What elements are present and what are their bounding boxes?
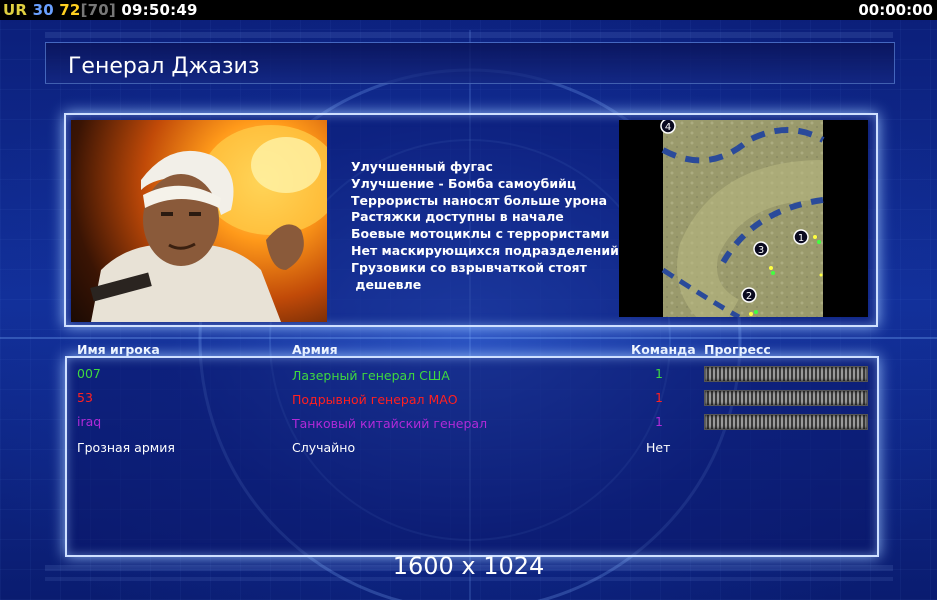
- resolution-label: 1600 x 1024: [392, 552, 545, 580]
- player-progress-bar: [704, 390, 868, 406]
- bonus-item: Растяжки доступны в начале: [351, 209, 564, 225]
- general-bonus-list: Улучшенный фугас Улучшение - Бомба самоу…: [351, 159, 619, 293]
- player-name: Грозная армия: [77, 440, 175, 455]
- player-progress-bar: [704, 366, 868, 382]
- header-team: Команда: [631, 342, 696, 357]
- player-army: Подрывной генерал МАО: [292, 392, 458, 407]
- clock: 09:50:49: [121, 1, 198, 19]
- bonus-item: Нет маскирующихся подразделений: [351, 242, 619, 258]
- player-army: Случайно: [292, 440, 356, 455]
- header-army: Армия: [292, 342, 338, 357]
- game-timer: 00:00:00: [858, 1, 933, 19]
- bonus-item: Боевые мотоциклы с террористами: [351, 226, 610, 242]
- player-army: Лазерный генерал США: [292, 368, 450, 383]
- map-marker-1: 1: [793, 229, 809, 245]
- fps-cap: [70]: [80, 1, 116, 19]
- header-player-name: Имя игрока: [77, 342, 160, 357]
- player-team: 1: [655, 414, 663, 429]
- player-name: 007: [77, 366, 101, 381]
- general-info-panel: Улучшенный фугас Улучшение - Бомба самоу…: [64, 113, 878, 327]
- map-marker-2: 2: [741, 287, 757, 303]
- fps-value: 72: [59, 1, 81, 19]
- svg-text:1: 1: [798, 233, 804, 244]
- status-bar: UR 30 72[70] 09:50:49 00:00:00: [0, 0, 937, 20]
- player-team: Нет: [646, 440, 671, 455]
- svg-text:2: 2: [746, 291, 752, 302]
- player-name: 53: [77, 390, 93, 405]
- player-team: 1: [655, 390, 663, 405]
- title-bar: Генерал Джазиз: [45, 42, 895, 84]
- general-name: Генерал Джазиз: [68, 54, 260, 79]
- general-portrait: [71, 120, 327, 322]
- player-name: iraq: [77, 414, 102, 429]
- portrait-image: [90, 125, 327, 322]
- header-progress: Прогресс: [704, 342, 771, 357]
- map-marker-4: 4: [660, 120, 676, 134]
- map-preview: 4 1 3 2: [619, 120, 868, 317]
- map-marker-3: 3: [753, 241, 769, 257]
- bonus-item: Грузовики со взрывчаткой стоят: [351, 259, 587, 275]
- performance-readout: UR 30 72[70] 09:50:49: [3, 1, 198, 19]
- player-progress-bar: [704, 414, 868, 430]
- players-table: [65, 356, 879, 557]
- bonus-item: Террористы наносят больше урона: [351, 192, 608, 208]
- ping-value: 30: [32, 1, 54, 19]
- ur-label: UR: [3, 1, 28, 19]
- player-army: Танковый китайский генерал: [292, 416, 488, 431]
- bonus-item: дешевле: [351, 276, 422, 292]
- svg-text:4: 4: [665, 122, 671, 133]
- bonus-item: Улучшение - Бомба самоубийц: [351, 175, 577, 191]
- svg-text:3: 3: [758, 245, 764, 256]
- player-team: 1: [655, 366, 663, 381]
- bonus-item: Улучшенный фугас: [351, 159, 493, 174]
